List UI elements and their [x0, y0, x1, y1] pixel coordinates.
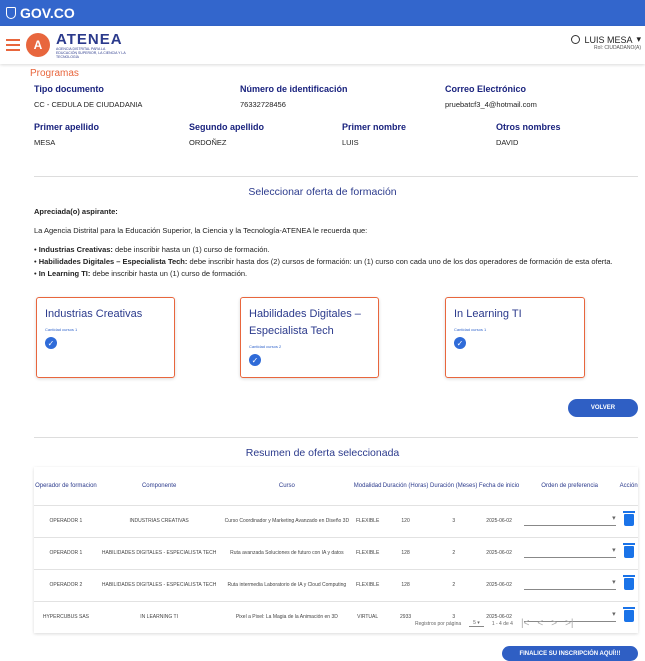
user-menu[interactable]: LUIS MESA ▾ Rol: CIUDADANO(A) — [571, 34, 641, 51]
preference-select[interactable] — [523, 514, 616, 526]
menu-icon[interactable] — [6, 39, 20, 51]
app-name: ATENEA — [56, 30, 123, 48]
preference-select[interactable] — [523, 578, 616, 590]
table-row: OPERADOR 1 HABILIDADES DIGITALES - ESPECI… — [34, 536, 638, 569]
gov-label[interactable]: GOV.CO — [20, 5, 75, 21]
page-size-label: Registros por página — [415, 620, 462, 627]
check-icon: ✓ — [45, 337, 57, 349]
bullet-list: • Industrias Creativas: debe inscribir h… — [34, 244, 613, 280]
card-habilidades-digitales[interactable]: Habilidades Digitales – Especialista Tec… — [240, 297, 379, 378]
page-range: 1 - 4 de 4 — [491, 620, 513, 627]
next-page-icon[interactable]: > — [551, 618, 557, 629]
trash-icon[interactable] — [622, 575, 635, 590]
trash-icon[interactable] — [622, 543, 635, 558]
chevron-down-icon: ▾ — [636, 34, 641, 44]
check-icon: ✓ — [249, 354, 261, 366]
last-page-icon[interactable]: >| — [565, 618, 573, 629]
field-tipo-doc: Tipo documento CC - CEDULA DE CIUDADANIA — [34, 84, 143, 109]
field-segundo-apellido: Segundo apellido ORDOÑEZ — [189, 122, 265, 147]
prev-page-icon[interactable]: < — [537, 618, 543, 629]
bullet-item: • Habilidades Digitales – Especialista T… — [34, 257, 613, 266]
first-page-icon[interactable]: |< — [521, 618, 529, 629]
user-name: LUIS MESA — [584, 34, 633, 45]
user-role: Rol: CIUDADANO(A) — [594, 45, 641, 51]
card-in-learning-ti[interactable]: In Learning TI Cantidad cursos 1 ✓ — [445, 297, 585, 378]
field-primer-nombre: Primer nombre LUIS — [342, 122, 407, 147]
field-otros-nombres: Otros nombres DAVID — [496, 122, 561, 147]
intro-text: La Agencia Distrital para la Educación S… — [34, 226, 368, 235]
atenea-logo: A ATENEA AGENCIA DISTRITAL PARA LA EDUCAC… — [26, 32, 126, 59]
field-correo: Correo Electrónico pruebatcf3_4@hotmail.c… — [445, 84, 537, 109]
table-row: OPERADOR 2 HABILIDADES DIGITALES - ESPECI… — [34, 568, 638, 601]
field-primer-apellido: Primer apellido MESA — [34, 122, 100, 147]
logo-mark-icon: A — [26, 33, 50, 57]
gov-bar: GOV.CO — [0, 0, 645, 26]
user-icon — [571, 35, 581, 44]
field-num-id: Número de identificación 76332728456 — [240, 84, 348, 109]
trash-icon[interactable] — [622, 511, 635, 526]
app-subtitle: AGENCIA DISTRITAL PARA LA EDUCACIÓN SUPE… — [56, 46, 126, 59]
paginator: Registros por página 5 ▾ 1 - 4 de 4 |< <… — [415, 618, 574, 629]
section-title: Programas — [30, 68, 79, 79]
table-row: OPERADOR 1 INDUSTRIAS CREATIVAS Curso Coor… — [34, 504, 638, 537]
bullet-item: • Industrias Creativas: debe inscribir h… — [34, 245, 270, 254]
summary-title: Resumen de oferta seleccionada — [245, 447, 400, 459]
table-header-row: Operador de formacion Componente Curso Moda… — [35, 482, 638, 489]
card-industrias-creativas[interactable]: Industrias Creativas Cantidad cursos 1 ✓ — [36, 297, 175, 378]
finish-button[interactable]: FINALICE SU INSCRIPCIÓN AQUÍ!!! — [502, 646, 638, 661]
trash-icon[interactable] — [622, 607, 635, 623]
greeting: Apreciada(o) aspirante: — [34, 207, 118, 216]
divider — [34, 176, 638, 177]
volver-button[interactable]: VOLVER — [568, 399, 638, 417]
page-size-select[interactable]: 5 ▾ — [469, 620, 484, 627]
divider — [34, 437, 638, 438]
bullet-item: • In Learning TI: debe inscribir hasta u… — [34, 269, 248, 278]
gov-shield-icon — [6, 7, 16, 19]
summary-table: Operador de formacion Componente Curso Moda… — [34, 467, 638, 633]
preference-select[interactable] — [523, 546, 616, 558]
app-header: A ATENEA AGENCIA DISTRITAL PARA LA EDUCAC… — [0, 26, 645, 64]
check-icon: ✓ — [454, 337, 466, 349]
offer-title: Seleccionar oferta de formación — [248, 186, 397, 198]
